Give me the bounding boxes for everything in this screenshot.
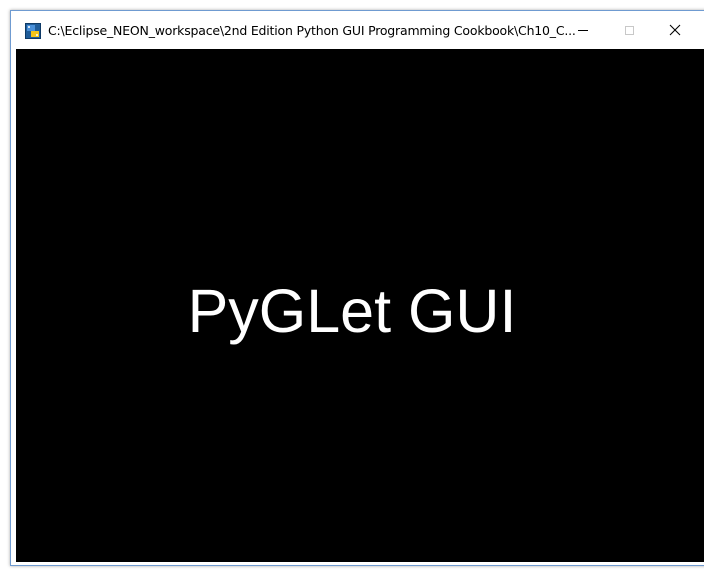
title-bar[interactable]: C:\Eclipse_NEON_workspace\2nd Edition Py… — [11, 11, 704, 49]
python-app-icon[interactable] — [25, 23, 41, 39]
window-title: C:\Eclipse_NEON_workspace\2nd Edition Py… — [48, 23, 576, 38]
minimize-button[interactable] — [560, 11, 606, 49]
maximize-icon — [624, 25, 634, 35]
pyglet-canvas[interactable]: PyGLet GUI — [16, 49, 704, 562]
app-window: C:\Eclipse_NEON_workspace\2nd Edition Py… — [10, 10, 704, 566]
canvas-label: PyGLet GUI — [187, 277, 517, 345]
close-icon — [669, 24, 681, 36]
close-button[interactable] — [652, 11, 698, 49]
maximize-button — [606, 11, 652, 49]
minimize-icon — [578, 29, 588, 31]
